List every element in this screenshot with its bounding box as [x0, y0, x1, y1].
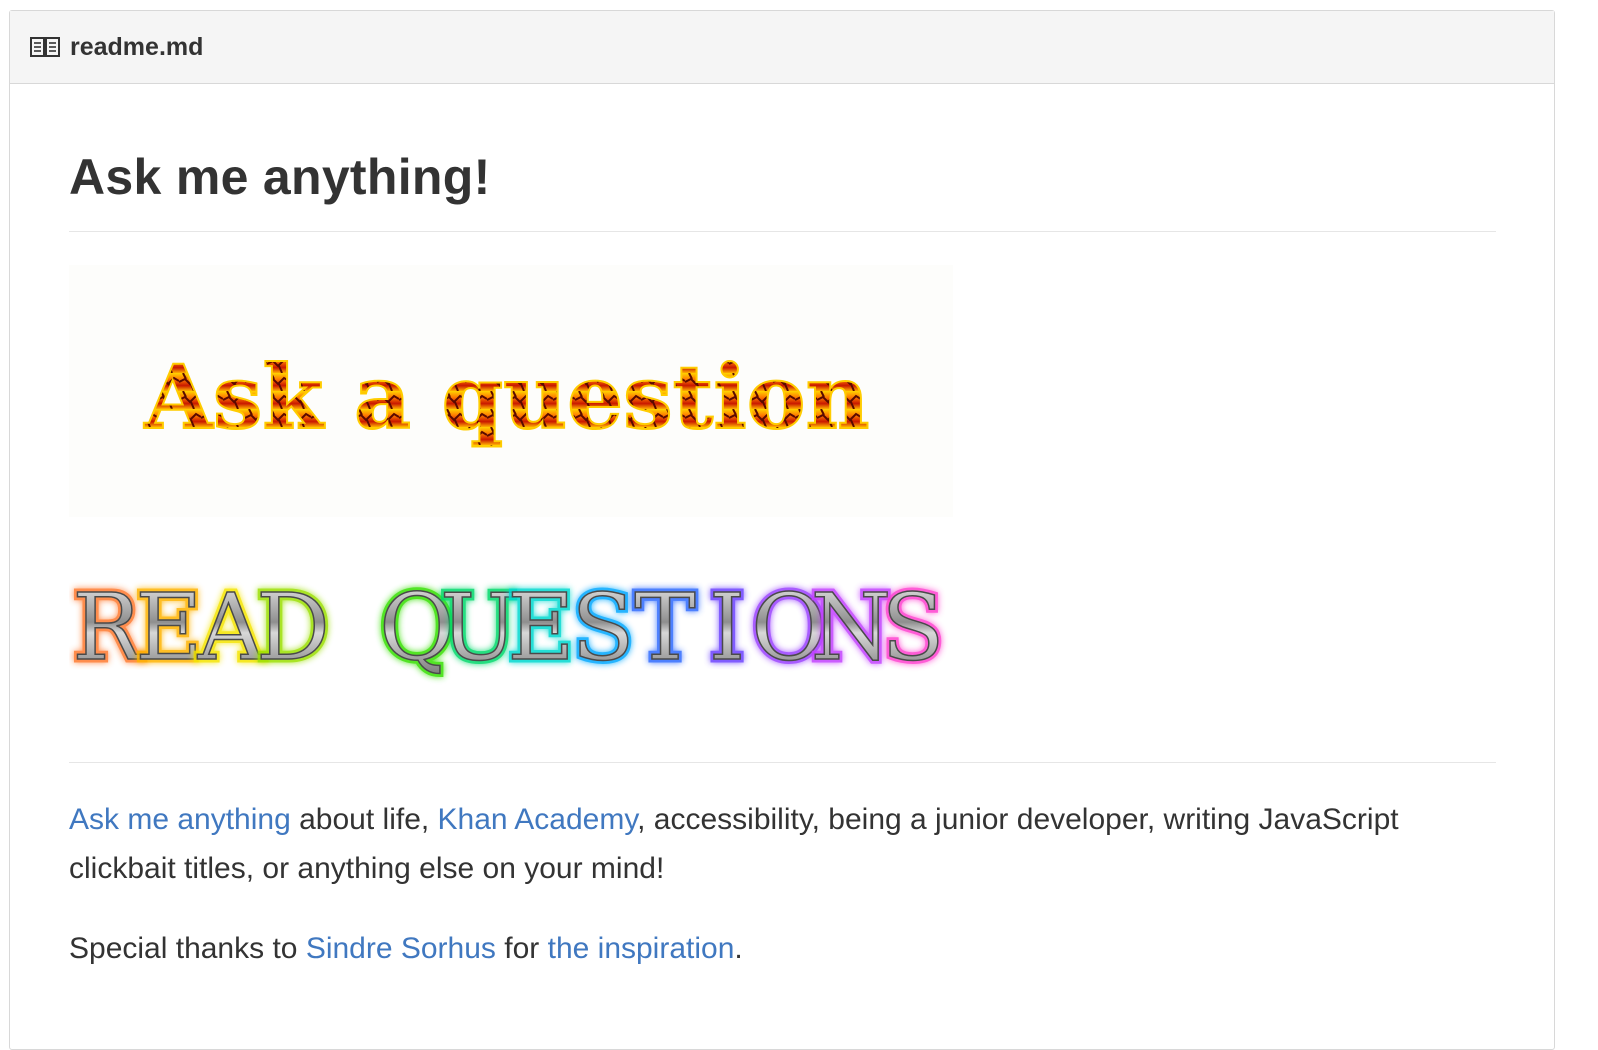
read-letter: S — [881, 574, 944, 681]
read-questions-image: RREEAADD QQUUEESS TT II OONNSS — [69, 571, 948, 685]
book-icon — [30, 35, 60, 59]
thanks-paragraph: Special thanks to Sindre Sorhus for the … — [69, 924, 1496, 973]
read-letter: I — [709, 574, 745, 681]
the-inspiration-link[interactable]: the inspiration — [548, 932, 735, 965]
read-letter: T — [634, 574, 695, 681]
page-title: Ask me anything! — [69, 84, 1496, 232]
section-divider — [69, 762, 1496, 763]
read-letter: D — [256, 574, 330, 681]
thanks-text-1: Special thanks to — [69, 932, 306, 965]
thanks-text-3: . — [734, 932, 743, 965]
readme-body: Ask me anything! Ask a question R R E E … — [10, 84, 1554, 973]
read-letter: E — [507, 574, 574, 681]
sindre-sorhus-link[interactable]: Sindre Sorhus — [306, 932, 496, 965]
ask-me-anything-link[interactable]: Ask me anything — [69, 803, 291, 836]
ask-question-banner[interactable]: Ask a question — [69, 265, 953, 517]
read-letter: N — [811, 574, 892, 681]
khan-academy-link[interactable]: Khan Academy — [438, 803, 638, 836]
intro-paragraph: Ask me anything about life, Khan Academy… — [69, 795, 1496, 893]
read-letter: R — [72, 574, 144, 681]
ask-question-image: Ask a question — [143, 344, 871, 450]
intro-text-1: about life, — [290, 803, 438, 836]
readme-header: readme.md — [10, 11, 1554, 84]
read-letter: U — [440, 574, 518, 681]
readme-container: readme.md Ask me anything! Ask a questio… — [9, 10, 1555, 1050]
ask-question-text: Ask a question — [144, 345, 870, 449]
thanks-text-2: for — [495, 932, 548, 965]
readme-filename: readme.md — [70, 32, 204, 61]
read-questions-banner[interactable]: RREEAADDQQUUEESSTTIIOONNSS — [69, 559, 953, 709]
read-letter: S — [571, 574, 634, 681]
read-letter: E — [135, 574, 202, 681]
